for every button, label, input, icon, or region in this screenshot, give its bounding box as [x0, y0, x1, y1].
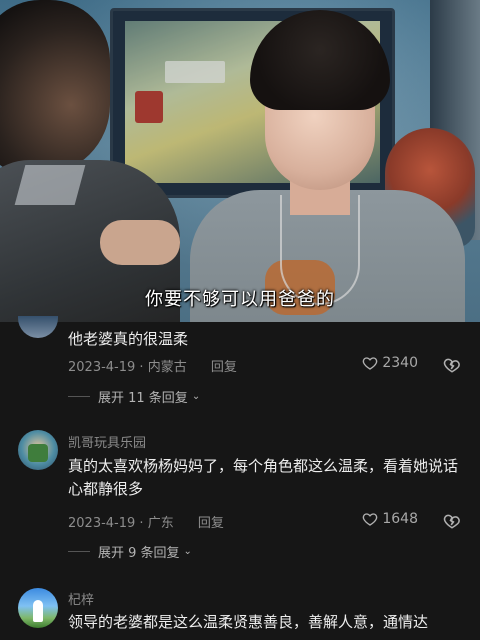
comment-1-separator: ·	[135, 360, 148, 375]
video-frame[interactable]: 你要不够可以用爸爸的	[0, 0, 480, 322]
heart-icon	[363, 513, 378, 526]
avatar-image	[28, 444, 48, 462]
comment-2-meta: 2023-4-19 · 广东 回复	[68, 512, 224, 531]
comment-3-author[interactable]: 杞梓	[68, 589, 94, 608]
expand-divider	[68, 551, 90, 552]
comment-1-expand-replies[interactable]: 展开 11 条回复 ⌄	[68, 387, 200, 406]
comment-3-avatar[interactable]	[18, 588, 58, 628]
comment-2-like-button[interactable]: 1648	[362, 511, 418, 527]
comment-2-text: 真的太喜欢杨杨妈妈了，每个角色都这么温柔，看着她说话心都静很多	[68, 457, 459, 498]
expand-divider	[68, 396, 90, 397]
video-hand	[100, 220, 180, 265]
comment-2-reply-button[interactable]: 回复	[198, 516, 224, 531]
video-young-man-figure	[185, 0, 465, 322]
comment-2-date: 2023-4-19	[68, 516, 136, 531]
comment-1-date: 2023-4-19	[68, 360, 136, 375]
video-young-man-hair	[250, 10, 390, 110]
comment-1-reply-button[interactable]: 回复	[211, 360, 237, 375]
broken-heart-icon[interactable]	[443, 512, 461, 530]
comment-3-text: 领导的老婆都是这么温柔贤惠善良，善解人意，通情达	[68, 613, 429, 631]
comment-1-meta: 2023-4-19 · 内蒙古 回复	[68, 356, 237, 375]
comment-2-like-count: 1648	[382, 511, 418, 527]
comment-1-location: 内蒙古	[147, 360, 187, 375]
video-man-collar	[14, 165, 86, 205]
chevron-down-icon: ⌄	[191, 391, 201, 402]
comment-1-avatar[interactable]	[18, 316, 58, 338]
broken-heart-icon[interactable]	[443, 356, 461, 374]
video-man-head	[0, 0, 110, 175]
avatar-image	[33, 600, 43, 622]
comment-1-like-button[interactable]: 2340	[362, 355, 418, 371]
heart-icon	[363, 357, 378, 370]
chevron-down-icon: ⌄	[183, 546, 192, 557]
comment-list: 他老婆真的很温柔 2023-4-19 · 内蒙古 回复 2340 展开 11 条…	[0, 316, 480, 640]
video-subtitle: 你要不够可以用爸爸的	[145, 289, 335, 310]
comment-1-like-count: 2340	[382, 355, 418, 371]
comment-2-separator: ·	[135, 516, 148, 531]
comment-1-expand-label: 展开 11 条回复	[98, 391, 188, 406]
comment-1-text: 他老婆真的很温柔	[68, 330, 189, 348]
comment-2-expand-replies[interactable]: 展开 9 条回复 ⌄	[68, 542, 192, 561]
comment-2-avatar[interactable]	[18, 430, 58, 470]
comment-2-expand-label: 展开 9 条回复	[98, 546, 180, 561]
comment-2-location: 广东	[147, 516, 174, 531]
comment-2-author[interactable]: 凯哥玩具乐园	[68, 432, 146, 451]
video-man-figure	[0, 0, 180, 322]
